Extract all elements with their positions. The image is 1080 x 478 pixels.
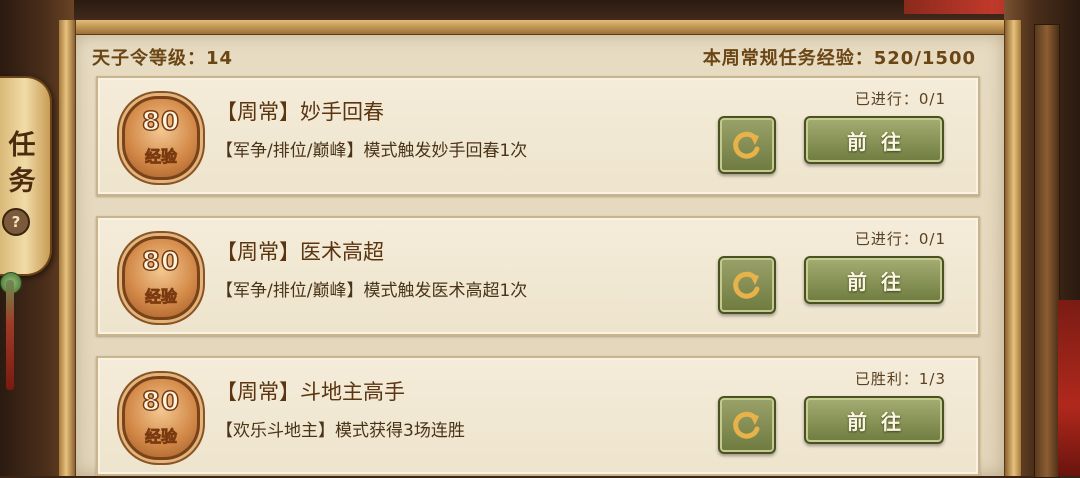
task-description: 【欢乐斗地主】模式获得3场连胜: [216, 421, 465, 441]
goto-button[interactable]: 前往: [804, 396, 944, 444]
help-icon[interactable]: ?: [2, 208, 30, 236]
task-card: 80 经验 【周常】妙手回春 【军争/排位/巅峰】模式触发妙手回春1次 已进行：…: [96, 76, 980, 196]
exp-medal-icon: 80 经验: [122, 236, 200, 320]
level-indicator: 天子令等级：14: [92, 48, 234, 69]
task-progress: 已进行：0/1: [854, 230, 946, 248]
exp-label: 经验: [144, 147, 178, 167]
refresh-icon: [733, 131, 760, 159]
task-title: 【周常】斗地主高手: [216, 380, 405, 404]
panel-right-rail: [1004, 20, 1022, 476]
exp-value: 80: [141, 106, 181, 138]
refresh-icon: [733, 271, 760, 299]
right-wooden-post: [1034, 24, 1060, 478]
exp-value: 80: [141, 386, 181, 418]
goto-button[interactable]: 前往: [804, 116, 944, 164]
goto-button[interactable]: 前往: [804, 256, 944, 304]
task-description: 【军争/排位/巅峰】模式触发妙手回春1次: [216, 141, 528, 161]
task-title: 【周常】医术高超: [216, 240, 384, 264]
side-tab-label: 任务: [8, 130, 36, 197]
panel-left-rail: [58, 20, 76, 476]
refresh-button[interactable]: [718, 116, 776, 174]
refresh-button[interactable]: [718, 396, 776, 454]
red-cloth-decoration: [1058, 300, 1080, 476]
exp-medal-icon: 80 经验: [122, 96, 200, 180]
task-card: 80 经验 【周常】医术高超 【军争/排位/巅峰】模式触发医术高超1次 已进行：…: [96, 216, 980, 336]
task-description: 【军争/排位/巅峰】模式触发医术高超1次: [216, 281, 528, 301]
panel-top-rail: [60, 20, 1018, 35]
refresh-icon: [733, 411, 760, 439]
exp-label: 经验: [144, 287, 178, 307]
task-progress: 已胜利：1/3: [854, 370, 946, 388]
exp-medal-icon: 80 经验: [122, 376, 200, 460]
exp-value: 80: [141, 246, 181, 278]
weekly-exp-indicator: 本周常规任务经验：520/1500: [702, 48, 976, 69]
refresh-button[interactable]: [718, 256, 776, 314]
tassel-decoration: [6, 280, 14, 390]
task-progress: 已进行：0/1: [854, 90, 946, 108]
task-title: 【周常】妙手回春: [216, 100, 384, 124]
task-card: 80 经验 【周常】斗地主高手 【欢乐斗地主】模式获得3场连胜 已胜利：1/3 …: [96, 356, 980, 476]
exp-label: 经验: [144, 427, 178, 447]
